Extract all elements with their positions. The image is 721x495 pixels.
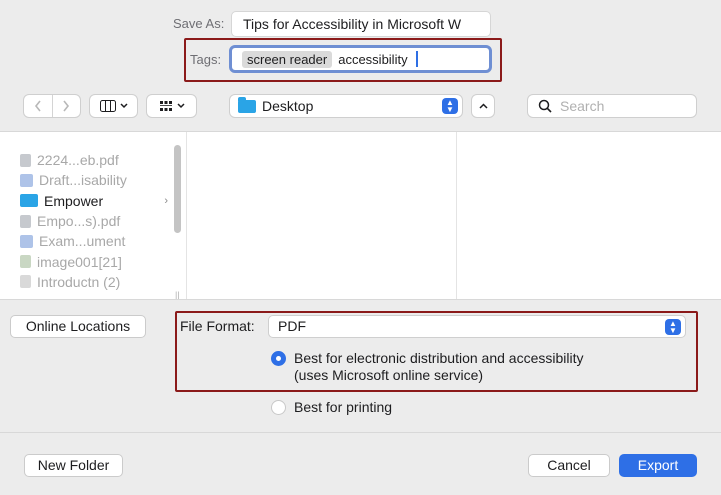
radio-label: Best for electronic distribution and acc… (294, 350, 583, 384)
tags-field[interactable]: screen reader accessibility (229, 45, 492, 73)
file-name: Empower (44, 192, 104, 209)
back-button[interactable] (24, 95, 52, 117)
column-divider (186, 132, 187, 299)
save-as-field[interactable]: Tips for Accessibility in Microsoft W (231, 11, 491, 37)
word-doc-icon (20, 173, 33, 187)
pdf-icon (20, 214, 31, 228)
new-folder-button[interactable]: New Folder (24, 454, 123, 477)
file-browser: 2224...eb.pdf Draft...isability Empower … (0, 131, 721, 300)
list-item[interactable]: Empo...s).pdf (20, 211, 170, 231)
file-name: image001[21] (37, 253, 122, 270)
radio-label: Best for printing (294, 399, 393, 415)
file-list: 2224...eb.pdf Draft...isability Empower … (20, 150, 170, 292)
cancel-button[interactable]: Cancel (528, 454, 610, 477)
file-name: Empo...s).pdf (37, 213, 121, 230)
online-locations-button[interactable]: Online Locations (10, 315, 146, 338)
popup-stepper-icon: ▲ ▼ (442, 98, 458, 114)
word-doc-icon (20, 234, 33, 248)
grid-group-icon (159, 101, 172, 111)
chevron-left-icon (34, 100, 41, 112)
search-icon (538, 99, 552, 113)
tag-chip-screen-reader[interactable]: screen reader (242, 50, 333, 68)
column-view-icon (99, 100, 116, 112)
chevron-right-icon (63, 100, 70, 112)
list-item[interactable]: Introductn (2) (20, 272, 170, 292)
collapse-button[interactable] (471, 94, 495, 118)
file-format-value: PDF (278, 318, 306, 334)
list-item[interactable]: Exam...ument (20, 231, 170, 251)
file-name: 2224...eb.pdf (37, 152, 119, 169)
forward-button[interactable] (53, 95, 81, 117)
doc-icon (20, 275, 31, 289)
location-popup[interactable]: Desktop ▲ ▼ (229, 94, 463, 118)
chevron-down-icon (119, 103, 128, 109)
file-format-popup[interactable]: PDF ▲ ▼ (268, 315, 686, 338)
radio-unselected-icon (271, 400, 286, 415)
view-mode-button[interactable] (89, 94, 138, 118)
radio-selected-icon (271, 351, 286, 366)
tag-typed-text: accessibility (338, 51, 408, 67)
list-item[interactable]: Empower › (20, 191, 170, 211)
text-caret (415, 51, 418, 67)
save-dialog: Save As: Tips for Accessibility in Micro… (0, 0, 721, 495)
save-as-label: Save As: (173, 16, 225, 31)
desktop-folder-icon (238, 96, 256, 113)
column-resize-handle[interactable]: || (175, 290, 180, 299)
folder-icon (20, 194, 38, 208)
radio-electronic-distribution[interactable]: Best for electronic distribution and acc… (271, 350, 583, 384)
chevron-up-icon (478, 103, 488, 109)
list-item[interactable]: Draft...isability (20, 170, 170, 190)
list-item[interactable]: 2224...eb.pdf (20, 150, 170, 170)
tags-label: Tags: (190, 52, 222, 67)
group-by-button[interactable] (146, 94, 197, 118)
search-field[interactable]: Search (527, 94, 697, 118)
disclosure-chevron-icon: › (164, 194, 168, 207)
radio-best-for-printing[interactable]: Best for printing (271, 399, 392, 416)
popup-stepper-icon: ▲ ▼ (665, 319, 681, 335)
list-item[interactable]: image001[21] (20, 251, 170, 271)
radio-label-line1: Best for electronic distribution and acc… (294, 350, 584, 366)
pdf-icon (20, 153, 31, 167)
column-divider (456, 132, 457, 299)
scrollbar-thumb[interactable] (174, 145, 181, 233)
image-icon (20, 255, 31, 269)
file-name: Introductn (2) (37, 273, 121, 290)
chevron-down-icon (176, 103, 185, 109)
file-format-label: File Format: (180, 318, 255, 334)
radio-label-line2: (uses Microsoft online service) (294, 367, 484, 383)
footer-divider (0, 432, 721, 433)
file-name: Draft...isability (39, 172, 127, 189)
location-label: Desktop (262, 98, 314, 114)
nav-buttons (23, 94, 81, 118)
export-button[interactable]: Export (619, 454, 697, 477)
file-name: Exam...ument (39, 233, 126, 250)
search-placeholder: Search (560, 98, 605, 114)
